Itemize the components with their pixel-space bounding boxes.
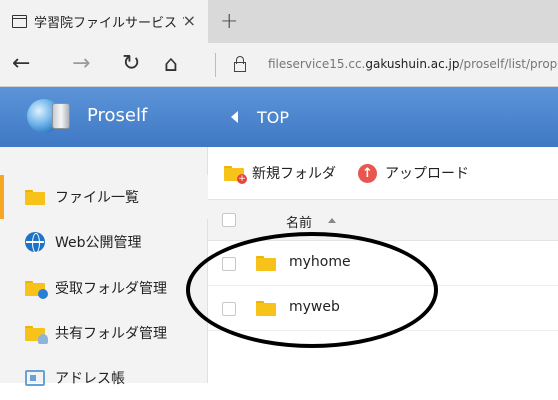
sidebar-item-label: ファイル一覧: [55, 190, 139, 206]
upload-icon: ↑: [358, 163, 377, 183]
globe-icon: [25, 232, 45, 253]
app-logo[interactable]: Proself: [0, 87, 208, 147]
forward-arrow-icon[interactable]: →: [72, 51, 90, 76]
upload-label: アップロード: [385, 166, 469, 182]
sidebar-item-web-publish[interactable]: Web公開管理: [0, 220, 208, 264]
new-folder-icon: +: [224, 165, 247, 184]
sidebar-item-label: 受取フォルダ管理: [55, 281, 167, 297]
folder-icon: [256, 256, 276, 271]
list-item[interactable]: myhome: [208, 242, 558, 286]
upload-button[interactable]: ↑ アップロード: [358, 163, 469, 183]
sidebar: ファイル一覧 Web公開管理 受取フォルダ管理 共有フォルダ管理 アドレス帳: [0, 147, 208, 387]
toolbar: + 新規フォルダ ↑ アップロード: [208, 147, 558, 199]
app-header: Proself TOP: [0, 87, 558, 147]
new-folder-button[interactable]: + 新規フォルダ: [224, 163, 336, 184]
tab-title: 学習院ファイルサービス ファ: [34, 16, 184, 31]
folder-icon: [25, 189, 45, 205]
logo-text: Proself: [87, 105, 148, 126]
sidebar-item-receive-folder[interactable]: 受取フォルダ管理: [0, 266, 208, 310]
page-icon: [12, 15, 27, 28]
address-bar: ← → ↻ ⌂ fileservice15.cc.gakushuin.ac.jp…: [0, 43, 558, 87]
shared-folder-icon: [25, 325, 48, 344]
reload-icon[interactable]: ↻: [122, 51, 140, 76]
row-checkbox[interactable]: [222, 257, 236, 271]
receive-folder-icon: [25, 280, 48, 299]
close-icon[interactable]: ×: [183, 11, 196, 30]
folder-name[interactable]: myhome: [289, 254, 351, 270]
browser-tab[interactable]: 学習院ファイルサービス ファ ×: [0, 0, 208, 43]
list-header: 名前: [208, 199, 558, 241]
main-content: + 新規フォルダ ↑ アップロード 名前 myhome myweb: [208, 147, 558, 383]
storage-logo-icon: [52, 103, 70, 129]
breadcrumb-top[interactable]: TOP: [257, 108, 289, 127]
select-all-checkbox[interactable]: [222, 213, 236, 227]
divider: [215, 53, 216, 77]
sort-ascending-icon[interactable]: [328, 218, 336, 223]
back-caret-icon[interactable]: [231, 111, 238, 123]
list-item[interactable]: myweb: [208, 287, 558, 331]
breadcrumb: TOP: [208, 87, 558, 147]
folder-icon: [256, 301, 276, 316]
back-arrow-icon[interactable]: ←: [12, 51, 30, 76]
lock-icon[interactable]: [234, 56, 246, 72]
sidebar-item-label: Web公開管理: [55, 235, 142, 251]
url-domain: gakushuin.ac.jp: [365, 57, 460, 71]
browser-tab-strip: 学習院ファイルサービス ファ × +: [0, 0, 558, 43]
address-book-icon: [25, 370, 45, 386]
column-header-name[interactable]: 名前: [286, 212, 312, 231]
sidebar-item-shared-folder[interactable]: 共有フォルダ管理: [0, 311, 208, 355]
new-tab-button[interactable]: +: [220, 9, 238, 34]
folder-name[interactable]: myweb: [289, 299, 340, 315]
row-checkbox[interactable]: [222, 302, 236, 316]
sidebar-item-label: アドレス帳: [55, 371, 125, 387]
url-field[interactable]: fileservice15.cc.gakushuin.ac.jp/proself…: [268, 57, 557, 71]
home-icon[interactable]: ⌂: [164, 52, 178, 77]
sidebar-item-label: 共有フォルダ管理: [55, 326, 167, 342]
sidebar-item-address-book[interactable]: アドレス帳: [0, 356, 208, 400]
sidebar-item-file-list[interactable]: ファイル一覧: [0, 175, 208, 219]
new-folder-label: 新規フォルダ: [252, 166, 336, 182]
